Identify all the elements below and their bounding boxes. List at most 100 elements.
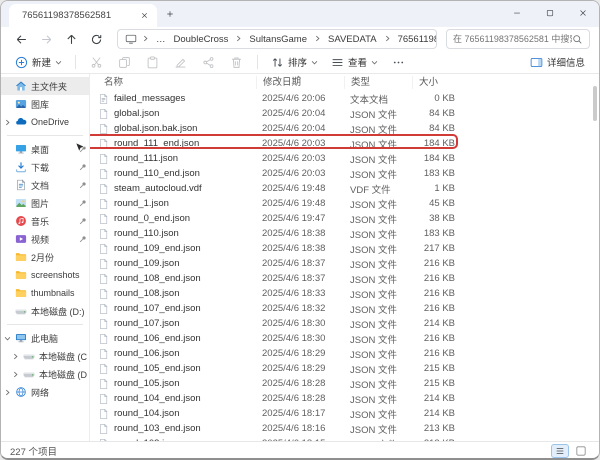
vertical-scrollbar[interactable] <box>593 86 597 121</box>
file-row[interactable]: round_104_end.json2025/4/6 18:28JSON 文件2… <box>90 391 599 406</box>
file-row[interactable]: round_106.json2025/4/6 18:29JSON 文件216 K… <box>90 346 599 361</box>
file-row[interactable]: round_106_end.json2025/4/6 18:30JSON 文件2… <box>90 331 599 346</box>
file-date: 2025/4/6 18:28 <box>256 378 344 389</box>
file-row[interactable]: round_110.json2025/4/6 18:38JSON 文件183 K… <box>90 226 599 241</box>
file-row[interactable]: failed_messages2025/4/6 20:06文本文档0 KB <box>90 91 599 106</box>
minimize-button[interactable] <box>500 1 533 24</box>
refresh-button[interactable] <box>85 29 108 49</box>
delete-button[interactable] <box>224 52 249 72</box>
chevron-down-icon <box>371 59 378 66</box>
file-row[interactable]: round_111.json2025/4/6 20:03JSON 文件184 K… <box>90 151 599 166</box>
sidebar-item[interactable]: thumbnails <box>1 284 89 302</box>
sidebar-item[interactable]: 本地磁盘 (C:) <box>1 347 89 365</box>
sidebar-divider <box>7 324 83 325</box>
file-explorer-window: 76561198378562581 … DoubleCross SultansGam… <box>0 0 600 460</box>
file-row[interactable]: round_110_end.json2025/4/6 20:03JSON 文件1… <box>90 166 599 181</box>
sidebar-item[interactable]: 图片 <box>1 194 89 212</box>
breadcrumb-item[interactable]: 76561198378562581 <box>396 34 437 45</box>
file-date: 2025/4/6 18:17 <box>256 408 344 419</box>
file-row[interactable]: round_1.json2025/4/6 19:48JSON 文件45 KB <box>90 196 599 211</box>
file-row[interactable]: round_107.json2025/4/6 18:30JSON 文件214 K… <box>90 316 599 331</box>
file-name-cell: round_107.json <box>98 318 256 330</box>
navigation-bar: … DoubleCross SultansGame SAVEDATA 765611983… <box>1 27 599 51</box>
column-header-type[interactable]: 类型 <box>344 76 412 89</box>
search-box[interactable] <box>446 29 590 49</box>
sidebar-item[interactable]: 网络 <box>1 383 89 401</box>
file-row[interactable]: global.json2025/4/6 20:04JSON 文件84 KB <box>90 106 599 121</box>
sidebar-item[interactable]: 此电脑 <box>1 329 89 347</box>
column-header-date[interactable]: 修改日期 <box>256 76 344 89</box>
sort-button[interactable]: 排序 <box>266 52 323 72</box>
file-row[interactable]: global.json.bak.json2025/4/6 20:04JSON 文… <box>90 121 599 136</box>
tab-close-icon[interactable] <box>137 8 152 23</box>
rename-button[interactable] <box>168 52 193 72</box>
new-tab-button[interactable] <box>159 3 181 25</box>
file-icon <box>98 408 109 420</box>
breadcrumb-item[interactable]: SAVEDATA <box>326 34 379 45</box>
maximize-button[interactable] <box>533 1 566 24</box>
new-button[interactable]: 新建 <box>10 52 67 72</box>
file-row[interactable]: round_107_end.json2025/4/6 18:32JSON 文件2… <box>90 301 599 316</box>
file-type: JSON 文件 <box>344 212 412 226</box>
thumbnail-view-toggle[interactable] <box>572 444 590 458</box>
file-row[interactable]: round_108_end.json2025/4/6 18:37JSON 文件2… <box>90 271 599 286</box>
sidebar-item[interactable]: 本地磁盘 (D:) <box>1 365 89 383</box>
drive-icon <box>23 368 35 380</box>
view-button[interactable]: 查看 <box>326 52 383 72</box>
sidebar-item[interactable]: 主文件夹 <box>1 77 89 95</box>
sidebar-item[interactable]: 图库 <box>1 95 89 113</box>
file-icon <box>98 123 109 135</box>
details-pane-toggle[interactable]: 详细信息 <box>525 52 590 72</box>
pictures-icon <box>15 197 27 209</box>
paste-button[interactable] <box>140 52 165 72</box>
search-input[interactable] <box>453 34 572 44</box>
file-row[interactable]: round_104.json2025/4/6 18:17JSON 文件214 K… <box>90 406 599 421</box>
file-name-cell: failed_messages <box>98 93 256 105</box>
sidebar-item[interactable]: 本地磁盘 (D:) <box>1 302 89 320</box>
breadcrumb-item[interactable]: DoubleCross <box>172 34 231 45</box>
details-view-toggle[interactable] <box>551 444 569 458</box>
sidebar-item[interactable]: 下载 <box>1 158 89 176</box>
text-file-icon <box>98 93 109 105</box>
file-row[interactable]: round_109.json2025/4/6 18:37JSON 文件216 K… <box>90 256 599 271</box>
file-row[interactable]: round_103_end.json2025/4/6 18:16JSON 文件2… <box>90 421 599 436</box>
column-header-name[interactable]: 名称 <box>98 76 256 89</box>
explorer-tab[interactable]: 76561198378562581 <box>9 4 157 27</box>
copy-button[interactable] <box>112 52 137 72</box>
file-type: JSON 文件 <box>344 272 412 286</box>
file-row[interactable]: round_105.json2025/4/6 18:28JSON 文件215 K… <box>90 376 599 391</box>
sidebar-item[interactable]: 视频 <box>1 230 89 248</box>
file-row[interactable]: round_103.json2025/4/6 18:15JSON 文件213 K… <box>90 436 599 441</box>
up-button[interactable] <box>60 29 83 49</box>
file-name: round_110.json <box>114 228 179 239</box>
forward-button[interactable] <box>35 29 58 49</box>
breadcrumb-item[interactable]: SultansGame <box>247 34 309 45</box>
breadcrumb-overflow[interactable]: … <box>154 34 168 45</box>
back-button[interactable] <box>10 29 33 49</box>
sidebar-item[interactable]: OneDrive <box>1 113 89 131</box>
sidebar-item[interactable]: 2月份 <box>1 248 89 266</box>
file-row[interactable]: round_111_end.json2025/4/6 20:03JSON 文件1… <box>90 136 599 151</box>
file-row[interactable]: round_105_end.json2025/4/6 18:29JSON 文件2… <box>90 361 599 376</box>
breadcrumb[interactable]: … DoubleCross SultansGame SAVEDATA 765611983… <box>117 29 437 49</box>
file-date: 2025/4/6 18:30 <box>256 333 344 344</box>
file-type: JSON 文件 <box>344 227 412 241</box>
sidebar-item[interactable]: 音乐 <box>1 212 89 230</box>
chevron-down-icon <box>4 335 11 342</box>
file-name-cell: round_103_end.json <box>98 423 256 435</box>
file-type: JSON 文件 <box>344 197 412 211</box>
file-name: round_108.json <box>114 288 180 299</box>
file-row[interactable]: round_108.json2025/4/6 18:33JSON 文件216 K… <box>90 286 599 301</box>
share-button[interactable] <box>196 52 221 72</box>
column-header-size[interactable]: 大小 <box>412 76 460 89</box>
cut-button[interactable] <box>84 52 109 72</box>
sidebar-item[interactable]: screenshots <box>1 266 89 284</box>
sidebar-item-label: 本地磁盘 (C:) <box>39 350 87 363</box>
sidebar-item[interactable]: 文档 <box>1 176 89 194</box>
file-row[interactable]: round_109_end.json2025/4/6 18:38JSON 文件2… <box>90 241 599 256</box>
file-row[interactable]: steam_autocloud.vdf2025/4/6 19:48VDF 文件1… <box>90 181 599 196</box>
file-row[interactable]: round_0_end.json2025/4/6 19:47JSON 文件38 … <box>90 211 599 226</box>
more-options-button[interactable] <box>386 52 411 72</box>
file-icon <box>98 183 109 195</box>
close-window-button[interactable] <box>566 1 599 24</box>
